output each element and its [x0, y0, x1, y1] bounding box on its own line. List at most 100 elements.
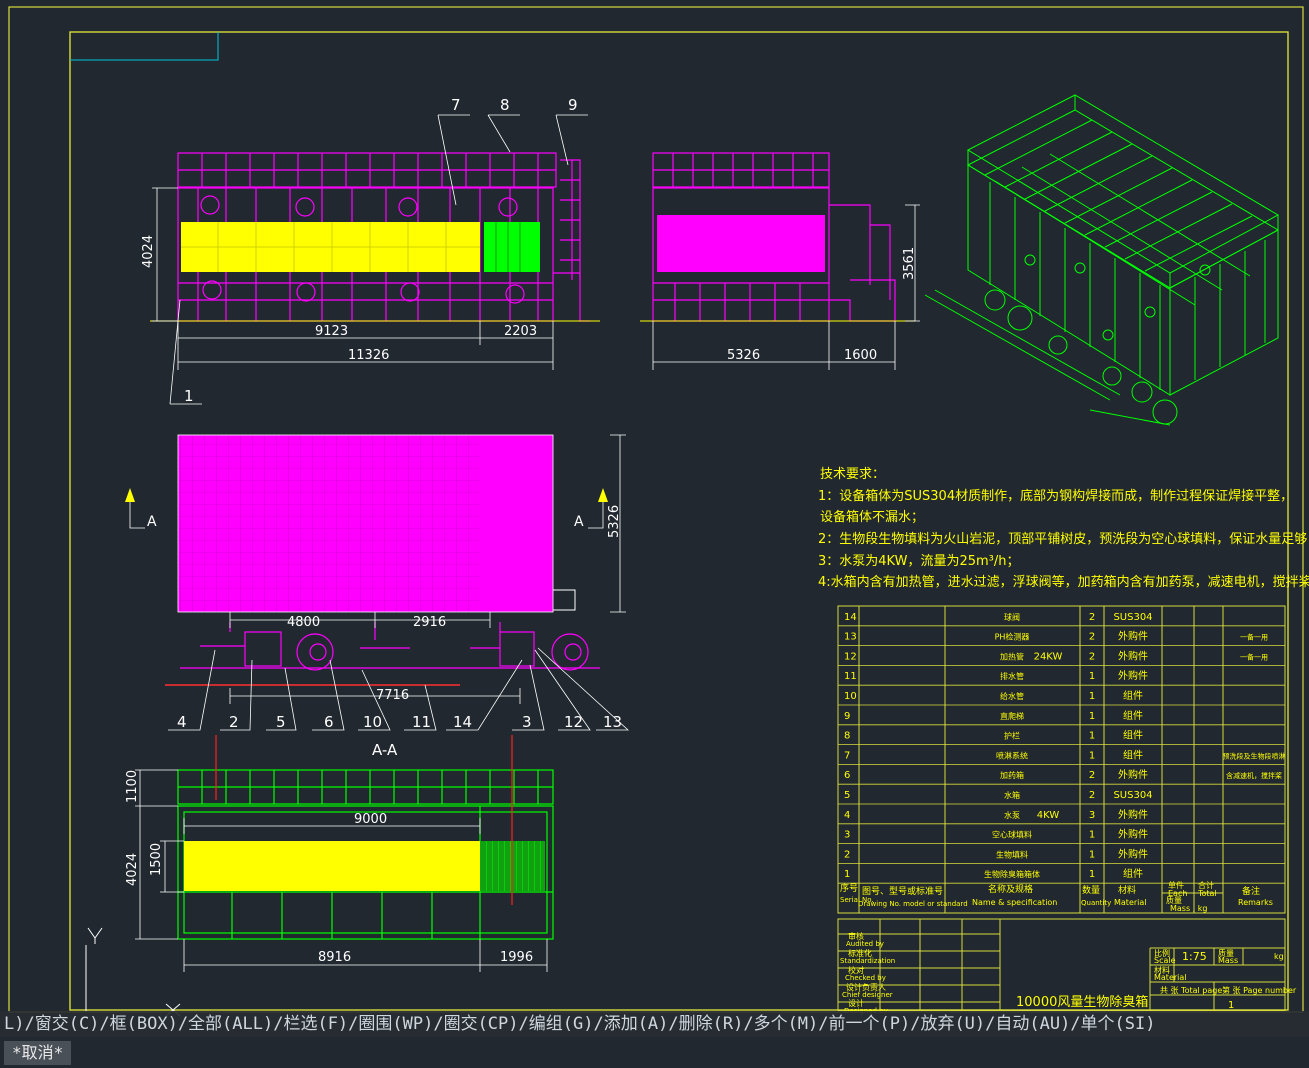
- dim-front-a: 9123: [315, 324, 348, 339]
- bom-cell-mat: 外购件: [1118, 768, 1148, 781]
- tb-chief-en: Chief designer: [842, 991, 893, 999]
- bom-cell-remark: 预洗段及生物段喷淋: [1223, 751, 1286, 760]
- bom-cell-qty: 1: [1089, 711, 1095, 722]
- bom-cell-no: 2: [844, 849, 850, 860]
- cad-drawing-canvas[interactable]: 4024 9123 2203 11326 7 8 9 1 3561 5326 1…: [0, 0, 1309, 1068]
- bom-cell-name: 直爬梯: [1000, 711, 1024, 721]
- dim-side-height: 3561: [902, 247, 917, 280]
- dim-section-bottom-a: 8916: [318, 950, 351, 965]
- bom-cell-mat: SUS304: [1113, 790, 1152, 801]
- plan-callout-6: 6: [324, 713, 334, 731]
- bom-cell-mat: 外购件: [1118, 828, 1148, 841]
- command-line[interactable]: L)/窗交(C)/框(BOX)/全部(ALL)/栏选(F)/圈围(WP)/圈交(…: [0, 1011, 1309, 1037]
- dim-section-inner: 1500: [149, 843, 164, 876]
- plan-callout-13: 13: [603, 713, 622, 731]
- tb-checked-en: Checked by: [845, 974, 886, 982]
- bom-cell-qty: 1: [1089, 671, 1095, 682]
- tech-req-line-4: 3：水泵为4KW，流量为25m³/h；: [818, 554, 1020, 569]
- dim-side-ext: 1600: [844, 348, 877, 363]
- tb-audited-en: Audited by: [846, 940, 884, 948]
- title-block: 审核 Audited by 标准化 Standardization 校对 Che…: [837, 918, 1297, 1015]
- plan-view: [125, 434, 626, 704]
- dim-plan-d3: 7716: [376, 688, 409, 703]
- bom-cell-qty: 2: [1089, 770, 1095, 781]
- bom-cell-name: 生物填料: [996, 849, 1028, 859]
- front-view: [150, 152, 600, 322]
- tb-material-en: Material: [1154, 973, 1187, 982]
- bom-cell-no: 9: [844, 711, 850, 722]
- bom-cell-mat: 外购件: [1118, 630, 1148, 643]
- bom-cell-no: 6: [844, 770, 850, 781]
- bom-h-qty-cn: 数量: [1082, 884, 1100, 896]
- bom-cell-no: 13: [844, 632, 857, 643]
- drawing-title: 10000风量生物除臭箱: [1016, 994, 1148, 1010]
- bom-cell-qty: 2: [1089, 790, 1095, 801]
- bom-cell-no: 5: [844, 790, 850, 801]
- front-callout-7: 7: [451, 96, 461, 114]
- bom-cell-mat: 外购件: [1118, 649, 1148, 662]
- bom-cell-qty: 1: [1089, 830, 1095, 841]
- plan-callout-14: 14: [453, 713, 472, 731]
- bom-cell-remark: 一备一用: [1240, 633, 1268, 642]
- bom-h-no-cn: 序号: [840, 882, 858, 894]
- plan-callout-2: 2: [229, 713, 239, 731]
- isometric-view: [924, 94, 1280, 426]
- bom-cell-name: 水泵: [1004, 810, 1020, 820]
- bom-cell-qty: 1: [1089, 750, 1095, 761]
- bom-cell-no: 7: [844, 750, 850, 761]
- dim-plan-d2: 2916: [413, 615, 446, 630]
- bom-cell-no: 8: [844, 731, 850, 742]
- dim-section-span: 9000: [354, 812, 387, 827]
- bom-cell-qty: 2: [1089, 651, 1095, 662]
- tb-scale-en: Scale: [1154, 956, 1176, 965]
- bom-cell-mat: 组件: [1123, 689, 1143, 702]
- bom-cell-no: 1: [844, 869, 850, 880]
- bom-cell-no: 11: [844, 671, 857, 682]
- bom-cell-qty: 2: [1089, 612, 1095, 623]
- bom-cell-qty: 1: [1089, 849, 1095, 860]
- bom-cell-name: 水箱: [1004, 790, 1020, 800]
- bom-cell-name: 加药箱: [1000, 770, 1024, 780]
- bom-cell-no: 3: [844, 830, 850, 841]
- bom-cell-remark: 含减速机，搅拌桨: [1226, 771, 1282, 780]
- bom-h-qty-en: Quantity: [1081, 899, 1111, 907]
- bom-h-remarks-cn: 备注: [1242, 885, 1260, 897]
- plan-callout-4: 4: [177, 713, 187, 731]
- front-callout-1: 1: [184, 387, 194, 405]
- section-mark-right: A: [574, 514, 584, 530]
- dim-front-total: 11326: [348, 348, 389, 363]
- bom-cell-name: 排水管: [1000, 671, 1024, 681]
- bom-cell-mat: 组件: [1123, 729, 1143, 742]
- front-callout-8: 8: [500, 96, 510, 114]
- bom-cell-spec: 4KW: [1037, 810, 1060, 821]
- section-view: [177, 735, 554, 940]
- dim-front-height: 4024: [141, 235, 156, 268]
- bom-cell-name: 加热管: [1000, 651, 1024, 661]
- bom-cell-name: 球阀: [1004, 612, 1020, 622]
- tech-req-line-5: 4:水箱内含有加热管，进水过滤，浮球阀等，加药箱内含有加药泵，减速电机，搅拌桨。: [818, 574, 1309, 590]
- bom-cell-qty: 1: [1089, 691, 1095, 702]
- bom-cell-qty: 2: [1089, 632, 1095, 643]
- plan-callout-5: 5: [276, 713, 286, 731]
- command-prompt-text: L)/窗交(C)/框(BOX)/全部(ALL)/栏选(F)/圈围(WP)/圈交(…: [4, 1014, 1156, 1034]
- tb-scale-value: 1:75: [1182, 950, 1207, 963]
- tb-mass-en: Mass: [1218, 956, 1238, 965]
- bom-cell-qty: 1: [1089, 869, 1095, 880]
- bom-cell-name: 护栏: [1004, 731, 1020, 741]
- dim-plan-width: 5326: [607, 505, 622, 538]
- tech-req-title: 技术要求：: [820, 467, 885, 482]
- tb-page-number: 第 张 Page number: [1222, 985, 1297, 995]
- dim-plan-d1: 4800: [287, 615, 320, 630]
- tech-req-line-1: 1：设备箱体为SUS304材质制作，底部为钢构焊接而成，制作过程保证焊接平整，: [818, 488, 1293, 504]
- bom-cell-remark: 一备一用: [1240, 652, 1268, 661]
- tech-req-line-2: 设备箱体不漏水；: [820, 509, 924, 525]
- plan-callout-10: 10: [363, 713, 382, 731]
- dim-section-top: 1100: [125, 770, 140, 803]
- bom-h-name-cn: 名称及规格: [988, 883, 1033, 895]
- bom-cell-mat: SUS304: [1113, 612, 1152, 623]
- bom-cell-qty: 1: [1089, 731, 1095, 742]
- bom-cell-name: PH检测器: [995, 632, 1030, 642]
- front-callout-9: 9: [568, 96, 578, 114]
- bom-cell-qty: 3: [1089, 810, 1095, 821]
- ucs-icon: [85, 927, 181, 1017]
